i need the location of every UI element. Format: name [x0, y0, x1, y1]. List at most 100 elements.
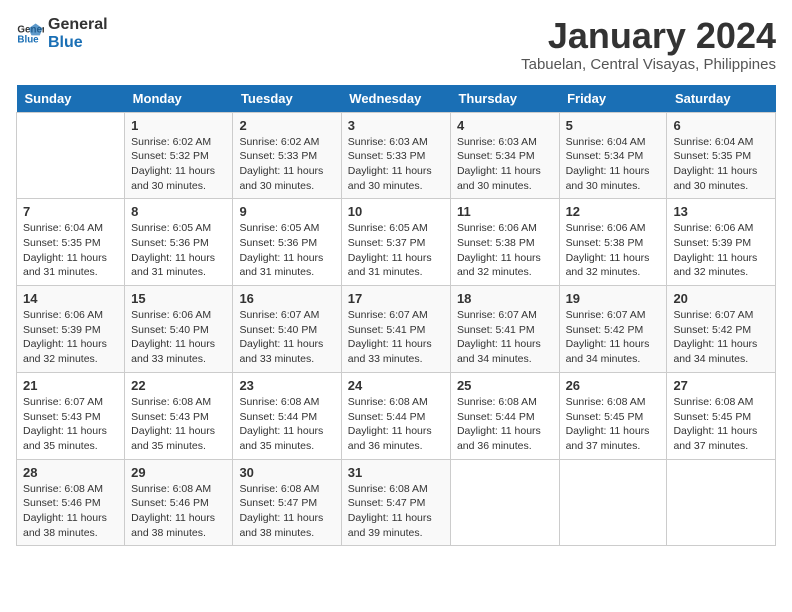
day-info: Sunrise: 6:07 AM Sunset: 5:42 PM Dayligh…	[673, 308, 769, 367]
day-number: 1	[131, 118, 226, 133]
day-number: 13	[673, 204, 769, 219]
calendar-cell: 26Sunrise: 6:08 AM Sunset: 5:45 PM Dayli…	[559, 372, 667, 459]
calendar-cell: 9Sunrise: 6:05 AM Sunset: 5:36 PM Daylig…	[233, 199, 341, 286]
day-number: 4	[457, 118, 553, 133]
title-block: January 2024 Tabuelan, Central Visayas, …	[521, 16, 776, 73]
calendar-cell: 23Sunrise: 6:08 AM Sunset: 5:44 PM Dayli…	[233, 372, 341, 459]
calendar-week-2: 7 Sunrise: 6:04 AM Sunset: 5:35 PM Daylig…	[17, 199, 776, 286]
day-number: 12	[566, 204, 661, 219]
day-info: Sunrise: 6:02 AM Sunset: 5:33 PM Dayligh…	[239, 135, 334, 194]
logo-line2: Blue	[48, 34, 108, 52]
calendar-cell	[450, 459, 559, 546]
day-number: 7	[23, 204, 118, 219]
header-saturday: Saturday	[667, 85, 776, 113]
day-info: Sunrise: 6:07 AM Sunset: 5:41 PM Dayligh…	[348, 308, 444, 367]
header-monday: Monday	[125, 85, 233, 113]
header-sunday: Sunday	[17, 85, 125, 113]
day-number: 11	[457, 204, 553, 219]
calendar-cell: 3 Sunrise: 6:03 AM Sunset: 5:33 PM Daylig…	[341, 112, 450, 199]
day-info: Sunrise: 6:04 AM Sunset: 5:35 PM Dayligh…	[23, 221, 118, 280]
calendar-cell: 4 Sunrise: 6:03 AM Sunset: 5:34 PM Daylig…	[450, 112, 559, 199]
calendar-cell: 17 Sunrise: 6:07 AM Sunset: 5:41 PM Dayli…	[341, 286, 450, 373]
day-number: 24	[348, 378, 444, 393]
day-number: 21	[23, 378, 118, 393]
day-info: Sunrise: 6:03 AM Sunset: 5:33 PM Dayligh…	[348, 135, 444, 194]
day-number: 28	[23, 465, 118, 480]
calendar-cell: 8Sunrise: 6:05 AM Sunset: 5:36 PM Daylig…	[125, 199, 233, 286]
header-wednesday: Wednesday	[341, 85, 450, 113]
day-number: 16	[239, 291, 334, 306]
day-info: Sunrise: 6:08 AM Sunset: 5:44 PM Dayligh…	[239, 395, 334, 454]
header-friday: Friday	[559, 85, 667, 113]
calendar-cell: 25 Sunrise: 6:08 AM Sunset: 5:44 PM Dayli…	[450, 372, 559, 459]
calendar-week-4: 21 Sunrise: 6:07 AM Sunset: 5:43 PM Dayli…	[17, 372, 776, 459]
day-number: 2	[239, 118, 334, 133]
calendar-week-1: 1Sunrise: 6:02 AM Sunset: 5:32 PM Daylig…	[17, 112, 776, 199]
header-thursday: Thursday	[450, 85, 559, 113]
day-info: Sunrise: 6:08 AM Sunset: 5:45 PM Dayligh…	[566, 395, 661, 454]
day-info: Sunrise: 6:03 AM Sunset: 5:34 PM Dayligh…	[457, 135, 553, 194]
day-number: 3	[348, 118, 444, 133]
calendar-cell: 28Sunrise: 6:08 AM Sunset: 5:46 PM Dayli…	[17, 459, 125, 546]
calendar-header-row: SundayMondayTuesdayWednesdayThursdayFrid…	[17, 85, 776, 113]
day-info: Sunrise: 6:07 AM Sunset: 5:43 PM Dayligh…	[23, 395, 118, 454]
calendar-cell: 15Sunrise: 6:06 AM Sunset: 5:40 PM Dayli…	[125, 286, 233, 373]
calendar-cell: 1Sunrise: 6:02 AM Sunset: 5:32 PM Daylig…	[125, 112, 233, 199]
day-info: Sunrise: 6:08 AM Sunset: 5:44 PM Dayligh…	[348, 395, 444, 454]
day-number: 30	[239, 465, 334, 480]
calendar-cell	[667, 459, 776, 546]
calendar-cell: 16 Sunrise: 6:07 AM Sunset: 5:40 PM Dayli…	[233, 286, 341, 373]
day-number: 18	[457, 291, 553, 306]
day-number: 29	[131, 465, 226, 480]
day-number: 17	[348, 291, 444, 306]
calendar-table: SundayMondayTuesdayWednesdayThursdayFrid…	[16, 85, 776, 547]
day-info: Sunrise: 6:08 AM Sunset: 5:44 PM Dayligh…	[457, 395, 553, 454]
logo-icon: General Blue	[16, 20, 44, 48]
page-header: General Blue General Blue January 2024 T…	[16, 16, 776, 73]
calendar-cell: 13Sunrise: 6:06 AM Sunset: 5:39 PM Dayli…	[667, 199, 776, 286]
day-info: Sunrise: 6:06 AM Sunset: 5:40 PM Dayligh…	[131, 308, 226, 367]
calendar-cell: 5Sunrise: 6:04 AM Sunset: 5:34 PM Daylig…	[559, 112, 667, 199]
day-number: 14	[23, 291, 118, 306]
header-tuesday: Tuesday	[233, 85, 341, 113]
day-info: Sunrise: 6:06 AM Sunset: 5:39 PM Dayligh…	[23, 308, 118, 367]
calendar-cell: 2 Sunrise: 6:02 AM Sunset: 5:33 PM Daylig…	[233, 112, 341, 199]
calendar-cell: 7 Sunrise: 6:04 AM Sunset: 5:35 PM Daylig…	[17, 199, 125, 286]
calendar-cell: 19 Sunrise: 6:07 AM Sunset: 5:42 PM Dayli…	[559, 286, 667, 373]
day-number: 10	[348, 204, 444, 219]
day-number: 22	[131, 378, 226, 393]
svg-text:Blue: Blue	[17, 34, 39, 45]
day-info: Sunrise: 6:05 AM Sunset: 5:37 PM Dayligh…	[348, 221, 444, 280]
calendar-cell: 11 Sunrise: 6:06 AM Sunset: 5:38 PM Dayli…	[450, 199, 559, 286]
calendar-subtitle: Tabuelan, Central Visayas, Philippines	[521, 56, 776, 73]
day-number: 20	[673, 291, 769, 306]
calendar-week-3: 14 Sunrise: 6:06 AM Sunset: 5:39 PM Dayli…	[17, 286, 776, 373]
calendar-cell: 24 Sunrise: 6:08 AM Sunset: 5:44 PM Dayli…	[341, 372, 450, 459]
calendar-cell: 20 Sunrise: 6:07 AM Sunset: 5:42 PM Dayli…	[667, 286, 776, 373]
day-info: Sunrise: 6:08 AM Sunset: 5:43 PM Dayligh…	[131, 395, 226, 454]
day-info: Sunrise: 6:08 AM Sunset: 5:45 PM Dayligh…	[673, 395, 769, 454]
day-info: Sunrise: 6:07 AM Sunset: 5:42 PM Dayligh…	[566, 308, 661, 367]
day-info: Sunrise: 6:08 AM Sunset: 5:46 PM Dayligh…	[131, 482, 226, 541]
calendar-cell: 29 Sunrise: 6:08 AM Sunset: 5:46 PM Dayli…	[125, 459, 233, 546]
logo-line1: General	[48, 16, 108, 34]
day-info: Sunrise: 6:06 AM Sunset: 5:38 PM Dayligh…	[457, 221, 553, 280]
day-number: 8	[131, 204, 226, 219]
calendar-week-5: 28 Sunrise: 6:08 AM Sunset: 5:46 PM Dayli…	[17, 459, 776, 546]
logo: General Blue General Blue	[16, 16, 108, 51]
calendar-cell: 21 Sunrise: 6:07 AM Sunset: 5:43 PM Dayli…	[17, 372, 125, 459]
day-info: Sunrise: 6:08 AM Sunset: 5:47 PM Dayligh…	[348, 482, 444, 541]
day-info: Sunrise: 6:07 AM Sunset: 5:40 PM Dayligh…	[239, 308, 334, 367]
calendar-cell: 22 Sunrise: 6:08 AM Sunset: 5:43 PM Dayli…	[125, 372, 233, 459]
day-number: 6	[673, 118, 769, 133]
calendar-cell: 6Sunrise: 6:04 AM Sunset: 5:35 PM Daylig…	[667, 112, 776, 199]
day-info: Sunrise: 6:04 AM Sunset: 5:34 PM Dayligh…	[566, 135, 661, 194]
calendar-cell	[559, 459, 667, 546]
calendar-cell: 14 Sunrise: 6:06 AM Sunset: 5:39 PM Dayli…	[17, 286, 125, 373]
calendar-cell: 12 Sunrise: 6:06 AM Sunset: 5:38 PM Dayli…	[559, 199, 667, 286]
day-info: Sunrise: 6:06 AM Sunset: 5:38 PM Dayligh…	[566, 221, 661, 280]
day-number: 25	[457, 378, 553, 393]
day-number: 19	[566, 291, 661, 306]
day-number: 31	[348, 465, 444, 480]
day-number: 27	[673, 378, 769, 393]
